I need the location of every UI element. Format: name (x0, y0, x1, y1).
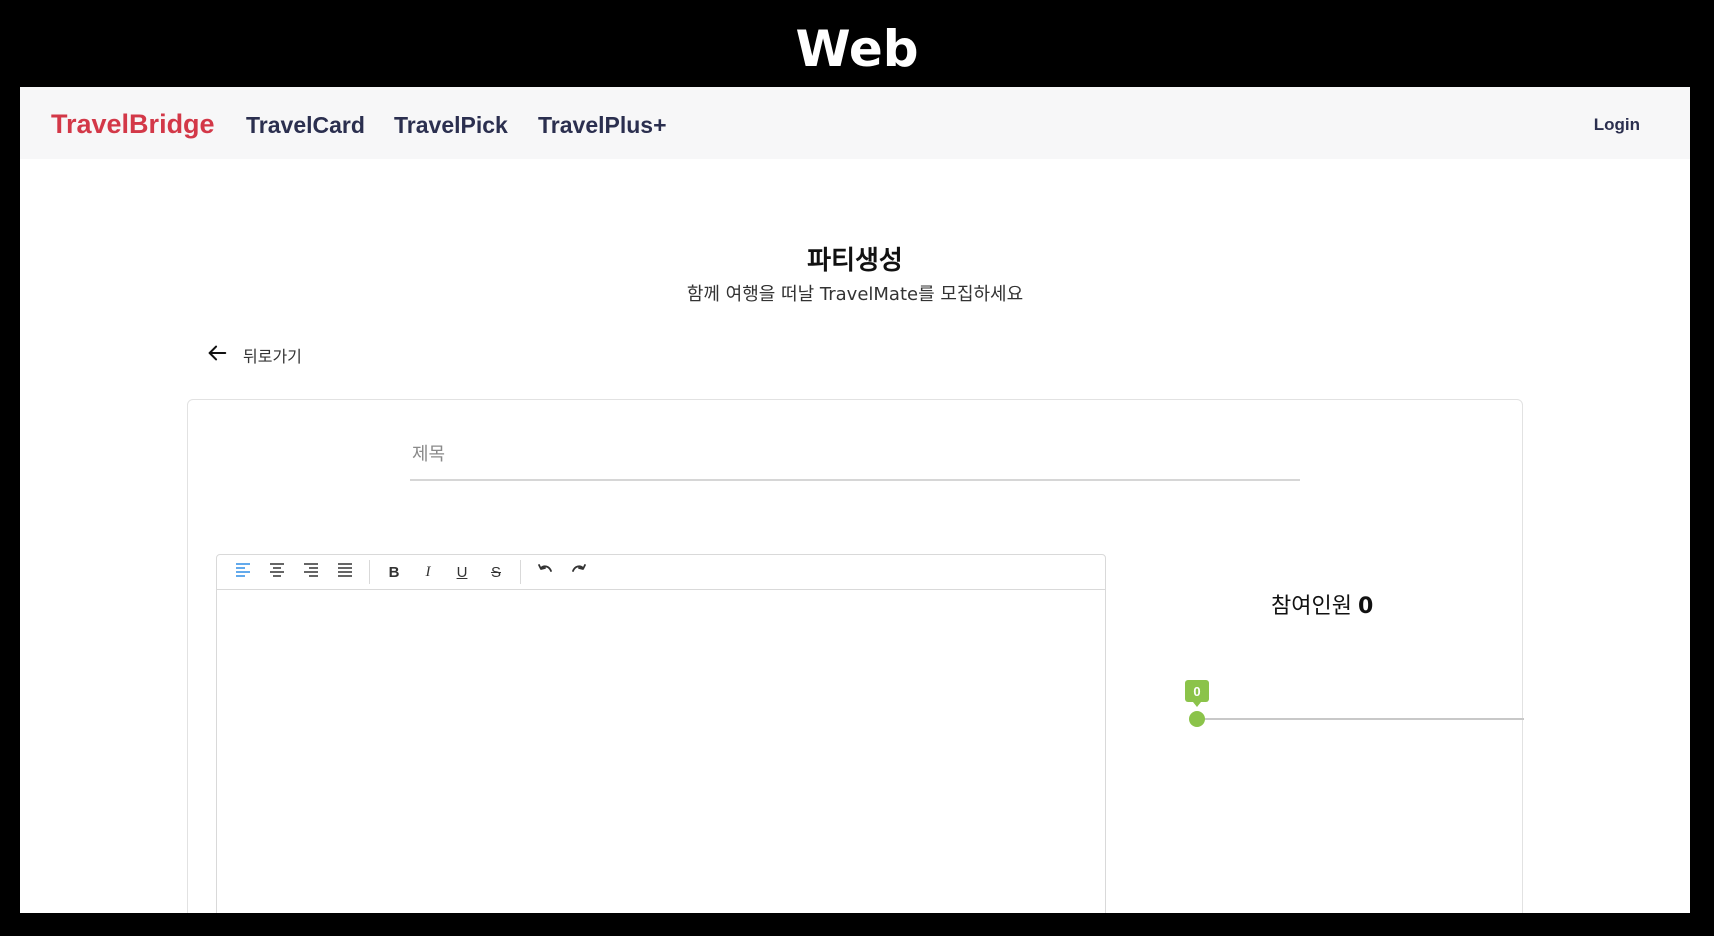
slider-thumb[interactable] (1189, 711, 1205, 727)
align-left-icon (235, 562, 251, 583)
underline-button[interactable]: U (445, 557, 479, 587)
align-right-button[interactable] (294, 557, 328, 587)
editor-toolbar: B I U S (217, 555, 1105, 590)
rich-text-editor: B I U S (216, 554, 1106, 913)
slider-value-tooltip: 0 (1185, 680, 1209, 707)
editor-content-area[interactable] (217, 591, 1105, 913)
back-label: 뒤로가기 (243, 347, 302, 366)
participants-label: 참여인원 0 (1271, 588, 1373, 620)
brand-logo[interactable]: TravelBridge (51, 109, 215, 140)
browser-viewport: TravelBridge TravelCard TravelPick Trave… (20, 87, 1690, 913)
participants-slider[interactable]: 0 (1185, 680, 1524, 740)
align-justify-button[interactable] (328, 557, 362, 587)
login-button[interactable]: Login (1594, 115, 1640, 135)
align-center-button[interactable] (260, 557, 294, 587)
nav-travelpick[interactable]: TravelPick (394, 112, 508, 139)
italic-icon: I (425, 563, 431, 580)
top-navbar: TravelBridge TravelCard TravelPick Trave… (20, 87, 1690, 159)
strikethrough-button[interactable]: S (479, 557, 513, 587)
strikethrough-icon: S (490, 563, 501, 581)
slider-track[interactable] (1197, 718, 1524, 720)
redo-button[interactable] (562, 557, 596, 587)
redo-icon (571, 562, 587, 583)
italic-button[interactable]: I (411, 557, 445, 587)
align-justify-icon (337, 562, 353, 583)
undo-icon (537, 562, 553, 583)
toolbar-divider (520, 560, 521, 584)
bold-icon: B (388, 563, 400, 581)
align-center-icon (269, 562, 285, 583)
page-title: 파티생성 (807, 246, 903, 276)
align-left-button[interactable] (226, 557, 260, 587)
toolbar-divider (369, 560, 370, 584)
nav-travelcard[interactable]: TravelCard (246, 112, 365, 139)
party-form-card: B I U S (187, 399, 1524, 913)
undo-button[interactable] (528, 557, 562, 587)
participants-count: 0 (1357, 594, 1374, 619)
back-button[interactable]: 뒤로가기 (206, 340, 302, 370)
page-subtitle: 함께 여행을 떠날 TravelMate를 모집하세요 (686, 284, 1024, 305)
participants-text: 참여인원 (1271, 594, 1352, 619)
underline-icon: U (456, 563, 468, 581)
frame-label: Web (795, 20, 919, 78)
arrow-left-icon (206, 342, 228, 369)
nav-travelplus[interactable]: TravelPlus+ (538, 112, 667, 139)
bold-button[interactable]: B (377, 557, 411, 587)
title-input[interactable] (410, 430, 1300, 481)
align-right-icon (303, 562, 319, 583)
